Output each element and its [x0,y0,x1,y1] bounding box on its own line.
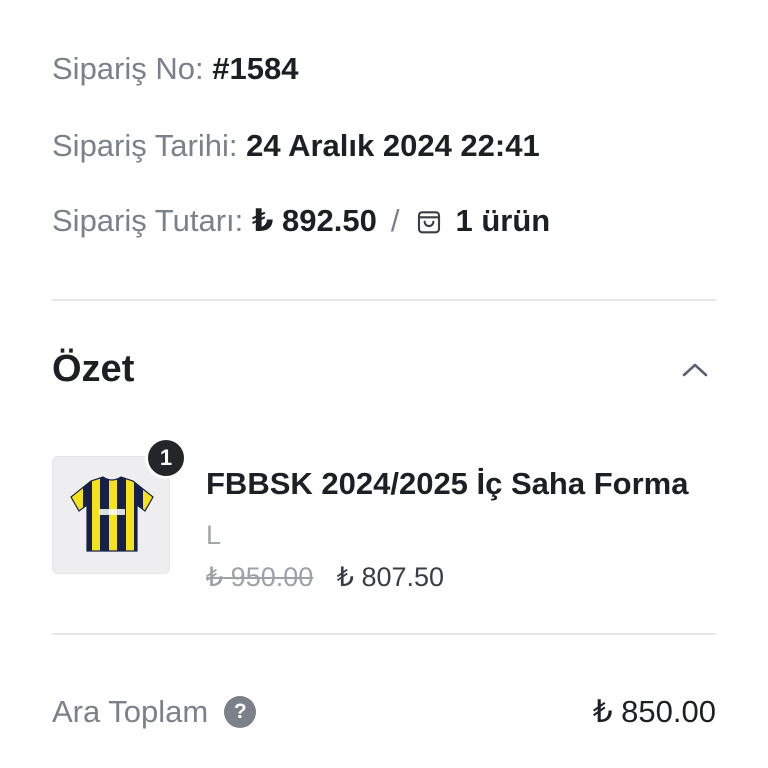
order-total-row: Sipariş Tutarı: ₺ 892.50 / 1 ürün [52,203,550,239]
price-row: ₺ 950.00 ₺ 807.50 [206,562,444,593]
subtotal-value: ₺ 850.00 [592,694,716,729]
order-number-label: Sipariş No: [52,51,204,86]
product-name[interactable]: FBBSK 2024/2025 İç Saha Forma [206,466,688,502]
question-circle-icon[interactable]: ? [224,696,257,728]
order-number-value: #1584 [212,51,299,86]
shopping-bag-icon [414,206,444,236]
product-variant: L [206,520,222,550]
divider [52,633,716,635]
order-total-label: Sipariş Tutarı: [52,203,244,238]
order-date-row: Sipariş Tarihi: 24 Aralık 2024 22:41 [52,128,540,164]
divider [52,299,716,301]
item-count: 1 ürün [455,203,551,238]
discounted-price: ₺ 807.50 [336,562,445,592]
original-price: ₺ 950.00 [206,562,314,592]
quantity-badge: 1 [145,437,187,479]
order-total-value: ₺ 892.50 [251,203,377,238]
chevron-up-icon[interactable] [678,356,712,384]
order-date-label: Sipariş Tarihi: [52,128,238,163]
order-number-row: Sipariş No: #1584 [52,51,298,87]
subtotal-row: Ara Toplam ? [52,694,257,730]
order-date-value: 24 Aralık 2024 22:41 [246,128,540,163]
separator: / [390,203,400,238]
subtotal-label: Ara Toplam [52,694,209,729]
summary-title: Özet [52,348,135,390]
